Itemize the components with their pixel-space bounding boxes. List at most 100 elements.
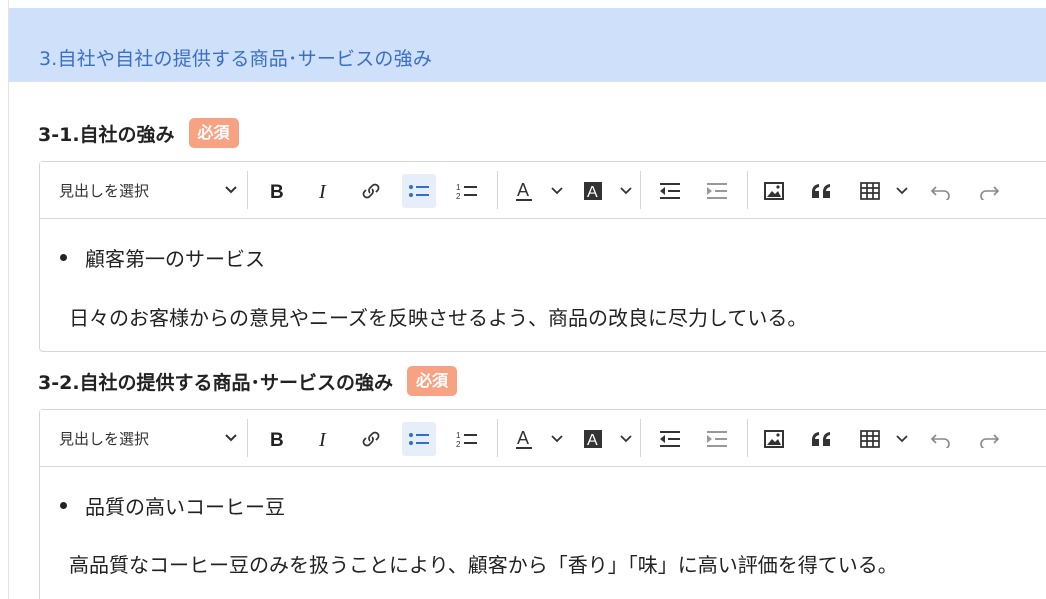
redo-icon — [980, 186, 1000, 200]
chevron-down-icon — [225, 434, 237, 442]
indent-button[interactable] — [700, 422, 734, 456]
chevron-down-icon[interactable] — [620, 434, 632, 444]
svg-text:A: A — [587, 432, 598, 449]
toolbar-separator — [747, 171, 748, 209]
bold-button[interactable]: B — [260, 422, 294, 456]
undo-button[interactable] — [924, 174, 958, 208]
font-color-button[interactable]: A — [507, 422, 541, 456]
redo-button[interactable] — [972, 174, 1006, 208]
chevron-down-icon[interactable] — [551, 186, 563, 196]
svg-text:I: I — [318, 429, 327, 449]
required-badge: 必須 — [407, 366, 458, 396]
list-item-text: 顧客第一のサービス — [85, 247, 265, 271]
svg-text:A: A — [587, 184, 598, 201]
editor-toolbar: 見出しを選択 B I 12 A A — [40, 410, 1046, 467]
bold-button[interactable]: B — [260, 174, 294, 208]
bulleted-list-button[interactable] — [402, 422, 436, 456]
italic-icon: I — [318, 181, 327, 201]
link-button[interactable] — [354, 174, 388, 208]
highlight-icon: A — [584, 182, 602, 201]
image-button[interactable] — [757, 422, 791, 456]
svg-text:A: A — [517, 180, 529, 200]
bold-icon: B — [270, 182, 284, 201]
link-icon — [362, 183, 380, 199]
heading-select[interactable]: 見出しを選択 — [40, 162, 247, 218]
toolbar-separator — [640, 171, 641, 209]
bullet-dot — [60, 502, 67, 509]
quote-button[interactable] — [805, 422, 839, 456]
svg-text:2: 2 — [456, 440, 461, 449]
field-label-product-strengths: 3-2.自社の提供する商品･サービスの強み 必須 — [38, 366, 458, 396]
highlight-button[interactable]: A — [576, 174, 610, 208]
outdent-button[interactable] — [653, 422, 687, 456]
editor-toolbar: 見出しを選択 B I 12 A A — [40, 162, 1046, 219]
numbered-list-button[interactable]: 12 — [450, 422, 484, 456]
indent-icon — [707, 183, 727, 199]
bulleted-list-icon — [409, 433, 429, 445]
redo-icon — [980, 434, 1000, 448]
chevron-down-icon — [225, 186, 237, 194]
font-color-icon: A — [516, 428, 532, 449]
svg-text:B: B — [270, 182, 284, 201]
image-icon — [764, 430, 784, 448]
table-icon — [860, 182, 880, 200]
numbered-list-button[interactable]: 12 — [450, 174, 484, 208]
paragraph[interactable]: 高品質なコーヒー豆のみを扱うことにより、顧客から「香り」「味」に高い評価を得てい… — [69, 549, 898, 578]
quote-icon — [812, 184, 830, 198]
numbered-list-icon: 12 — [456, 183, 477, 201]
undo-button[interactable] — [924, 422, 958, 456]
font-color-icon: A — [516, 180, 532, 201]
highlight-icon: A — [584, 430, 602, 449]
indent-icon — [707, 431, 727, 447]
svg-text:1: 1 — [456, 431, 461, 440]
list-item[interactable]: 顧客第一のサービス — [60, 243, 265, 272]
toolbar-separator — [247, 419, 248, 457]
svg-text:A: A — [517, 428, 529, 448]
undo-icon — [930, 434, 950, 448]
chevron-down-icon[interactable] — [896, 186, 908, 196]
field-label-text: 3-2.自社の提供する商品･サービスの強み — [38, 371, 394, 394]
bold-icon: B — [270, 430, 284, 449]
italic-button[interactable]: I — [307, 422, 341, 456]
numbered-list-icon: 12 — [456, 431, 477, 449]
toolbar-separator — [640, 419, 641, 457]
field-label-strengths: 3-1.自社の強み 必須 — [38, 118, 239, 148]
link-button[interactable] — [354, 422, 388, 456]
link-icon — [362, 431, 380, 447]
outdent-button[interactable] — [653, 174, 687, 208]
svg-text:2: 2 — [456, 192, 461, 201]
heading-select-label: 見出しを選択 — [59, 181, 150, 200]
outdent-icon — [660, 183, 680, 199]
redo-button[interactable] — [972, 422, 1006, 456]
svg-text:1: 1 — [456, 183, 461, 192]
bulleted-list-icon — [409, 185, 429, 197]
toolbar-separator — [247, 171, 248, 209]
bullet-dot — [60, 254, 67, 261]
chevron-down-icon[interactable] — [896, 434, 908, 444]
quote-button[interactable] — [805, 174, 839, 208]
list-item[interactable]: 品質の高いコーヒー豆 — [60, 491, 285, 520]
image-icon — [764, 182, 784, 200]
table-icon — [860, 430, 880, 448]
toolbar-separator — [497, 171, 498, 209]
required-badge: 必須 — [188, 118, 239, 148]
paragraph[interactable]: 日々のお客様からの意見やニーズを反映させるよう、商品の改良に尽力している。 — [69, 302, 807, 331]
chevron-down-icon[interactable] — [551, 434, 563, 444]
table-button[interactable] — [853, 174, 887, 208]
heading-select-label: 見出しを選択 — [59, 429, 150, 448]
italic-icon: I — [318, 429, 327, 449]
chevron-down-icon[interactable] — [620, 186, 632, 196]
image-button[interactable] — [757, 174, 791, 208]
font-color-button[interactable]: A — [507, 174, 541, 208]
outdent-icon — [660, 431, 680, 447]
indent-button[interactable] — [700, 174, 734, 208]
quote-icon — [812, 432, 830, 446]
heading-select[interactable]: 見出しを選択 — [40, 410, 247, 466]
field-label-text: 3-1.自社の強み — [38, 123, 175, 146]
svg-text:I: I — [318, 181, 327, 201]
highlight-button[interactable]: A — [576, 422, 610, 456]
table-button[interactable] — [853, 422, 887, 456]
italic-button[interactable]: I — [307, 174, 341, 208]
svg-text:B: B — [270, 430, 284, 449]
bulleted-list-button[interactable] — [402, 174, 436, 208]
